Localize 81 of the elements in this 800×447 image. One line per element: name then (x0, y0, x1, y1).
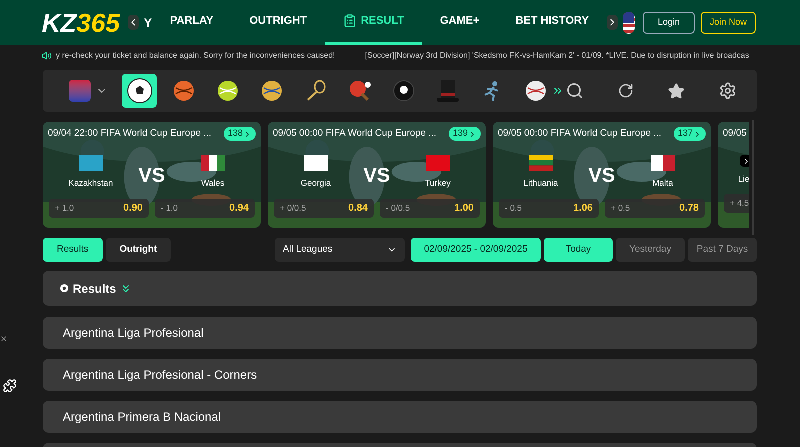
team-name: Lie (738, 173, 749, 186)
period-button[interactable]: Past 7 Days (688, 238, 757, 262)
match-card[interactable]: 09/05 00:00 FIFA World Cup Europe ... 139 Georgia VS Turkey + 0/0.5 0.84 - 0/0.5 1.00 (268, 122, 486, 228)
nav-tab[interactable]: GAME+ (422, 0, 498, 45)
match-card[interactable]: 09/05 00:00 FIFA World Cup Europe ... 137 Lithuania VS Malta - 0.5 1.06 + 0.5 0.78 (493, 122, 711, 228)
soccer-ball-icon (60, 284, 69, 293)
refresh-icon[interactable] (618, 83, 634, 99)
match-time-league: 09/04 22:00 FIFA World Cup Europe ... (48, 127, 212, 141)
team-name: Kazakhstan (68, 177, 114, 190)
search-icon[interactable] (566, 82, 584, 100)
speaker-icon (42, 51, 52, 61)
market-count-badge[interactable]: 138 (224, 127, 256, 141)
results-title: Results (73, 280, 116, 298)
logo[interactable]: KZ365 (42, 10, 120, 36)
odds-button[interactable]: - 0.5 1.06 (499, 199, 599, 218)
basketball-icon (172, 80, 194, 102)
scroll-left-button[interactable] (128, 15, 140, 30)
settings-icon[interactable] (719, 82, 737, 100)
period-button[interactable]: Today (544, 238, 613, 262)
us-flag-icon[interactable] (623, 12, 635, 34)
league-dropdown[interactable]: All Leagues (275, 238, 405, 262)
league-row[interactable]: Argentina Liga Profesional - Corners (43, 359, 757, 391)
match-card[interactable]: 09/04 22:00 FIFA World Cup Europe ... 138 Kazakhstan VS Wales + 1.0 0.90 - 1.0 0.94 (43, 122, 261, 228)
nav-tab[interactable]: OUTRIGHT (232, 0, 326, 45)
versus-text: VS (588, 164, 616, 190)
date-range-field[interactable]: 02/09/2025 - 02/09/2025 (411, 238, 541, 262)
match-time-league: 09/05 00:00 FIFA World Cup Europe ... (273, 127, 437, 141)
star-icon[interactable] (668, 82, 685, 100)
badminton-racket-icon (304, 80, 326, 102)
country-flag-icon (529, 155, 553, 172)
double-chevron-icon[interactable] (552, 85, 564, 97)
login-button[interactable]: Login (642, 12, 695, 34)
versus-text: VS (364, 164, 390, 190)
market-count-badge[interactable]: 137 (674, 127, 706, 141)
close-icon[interactable] (0, 335, 8, 343)
odds-button[interactable]: - 0/0.5 1.00 (380, 199, 480, 218)
country-flag-icon (304, 155, 328, 172)
nav-tab[interactable]: RESULT (325, 0, 422, 45)
team-name: Georgia (300, 177, 332, 190)
tennis-ball-icon (216, 80, 238, 102)
top-hat-icon (436, 78, 460, 104)
filter-tab[interactable]: Outright (106, 238, 172, 262)
baseball-icon (524, 80, 546, 102)
provider-logo[interactable] (69, 80, 91, 102)
ticker-text: y re-check your ticket and balance again. Sorry for the inconveniences caused! (56, 50, 336, 62)
clipboard-icon (343, 14, 358, 28)
next-arrow-button[interactable] (740, 155, 749, 168)
country-flag-icon (201, 155, 225, 172)
ticker-text: [Soccer][Norway 3rd Division] 'Skedsmo FK-vs-HamKam 2' - 01/09. *LIVE. Due to disruption in live broadcas (365, 50, 750, 62)
team-name: Turkey (425, 177, 451, 190)
match-time-league: 09/05 (723, 127, 747, 141)
versus-text: VS (138, 164, 166, 190)
eight-ball-icon (392, 80, 414, 102)
nav-tab[interactable]: BET HISTORY (498, 0, 608, 45)
scroll-right-button[interactable] (607, 15, 618, 30)
soccer-ball-icon (126, 78, 152, 104)
match-card[interactable]: 09/05 Lie + 4.5 (718, 122, 749, 228)
team-name: Lithuania (524, 177, 558, 190)
country-flag-icon (79, 155, 103, 172)
odds-button[interactable]: + 1.0 0.90 (49, 199, 149, 218)
join-now-button[interactable]: Join Now (700, 12, 756, 34)
country-flag-icon (426, 155, 450, 172)
odds-button[interactable]: + 0/0.5 0.84 (274, 199, 374, 218)
volleyball-icon (260, 80, 282, 102)
sport-tab[interactable] (122, 74, 157, 108)
league-row[interactable]: Argentina Primera B Nacional (43, 401, 757, 433)
match-time-league: 09/05 00:00 FIFA World Cup Europe ... (498, 127, 662, 141)
team-name: Wales (201, 177, 225, 190)
nav-tab[interactable]: PARLAY (152, 0, 232, 45)
odds-button[interactable]: + 0.5 0.78 (605, 199, 705, 218)
filter-tab[interactable]: Results (43, 238, 103, 262)
league-row[interactable]: Argentina Liga Profesional (43, 317, 757, 349)
team-name: Malta (652, 177, 674, 190)
puzzle-icon[interactable] (3, 379, 17, 393)
odds-button[interactable]: - 1.0 0.94 (155, 199, 255, 218)
period-button[interactable]: Yesterday (616, 238, 685, 262)
ping-pong-icon (348, 80, 372, 102)
country-flag-icon (651, 155, 675, 172)
nav-item[interactable]: Y (139, 14, 152, 32)
market-count-badge[interactable]: 139 (448, 127, 481, 141)
odds-button[interactable]: + 4.5 (724, 194, 749, 213)
